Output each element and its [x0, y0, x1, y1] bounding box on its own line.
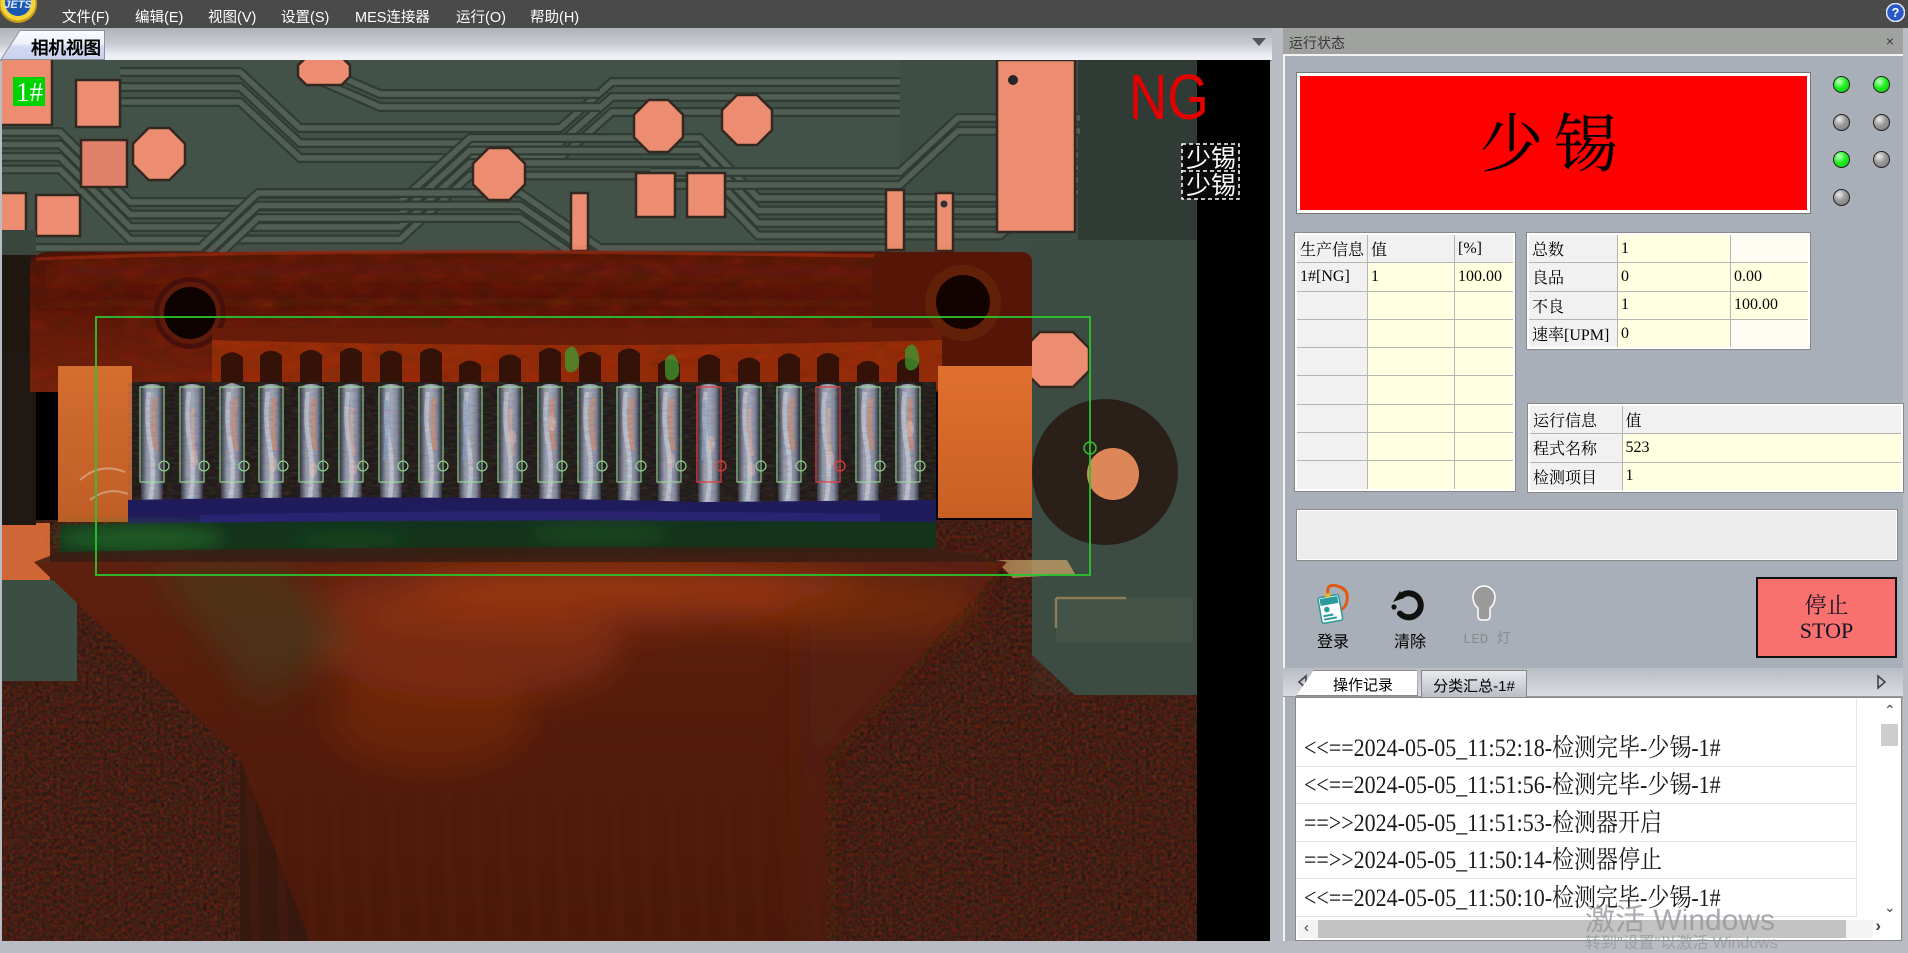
- svg-text:少锡: 少锡: [1186, 172, 1236, 200]
- svg-text:1#: 1#: [16, 77, 44, 107]
- svg-text:NG: NG: [1129, 62, 1209, 133]
- svg-text:JETS: JETS: [4, 0, 32, 11]
- svg-text:少锡: 少锡: [1186, 145, 1236, 173]
- svg-text:?: ?: [1892, 5, 1900, 20]
